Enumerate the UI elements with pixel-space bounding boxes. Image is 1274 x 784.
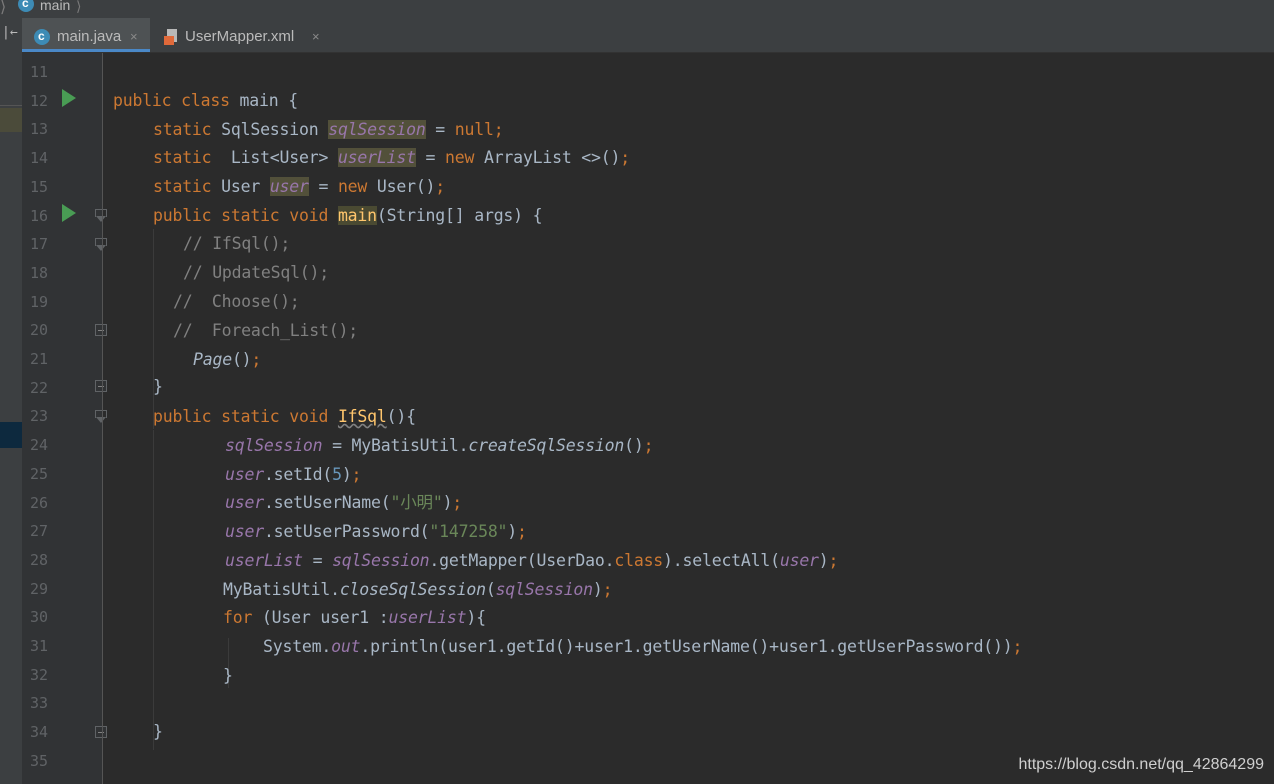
code-line-25: user.setId(5); <box>225 465 362 484</box>
close-icon[interactable]: × <box>312 18 320 56</box>
code-line-15: static User user = new User(); <box>153 177 446 196</box>
code-line-29: MyBatisUtil.closeSqlSession(sqlSession); <box>223 580 613 599</box>
line-number: 17 <box>29 235 48 254</box>
line-number: 11 <box>29 63 48 81</box>
code-line-27: user.setUserPassword("147258"); <box>225 522 527 541</box>
line-number: 19 <box>29 292 48 311</box>
panel-highlight <box>0 108 22 132</box>
watermark: https://blog.csdn.net/qq_42864299 <box>1018 756 1264 773</box>
java-class-icon <box>18 0 34 12</box>
editor-gutter: 11 12 13 14 15 16 17 18 19 20 21 22 23 24 25 26 27 28 29 30… <box>22 53 107 784</box>
panel-selection <box>0 422 22 448</box>
line-number: 34 <box>29 723 48 742</box>
line-number: 22 <box>29 378 48 397</box>
code-line-14: static List<User> userList = new ArrayLi… <box>153 148 630 167</box>
code-line-31: System.out.println(user1.getId()+user1.g… <box>263 637 1023 656</box>
code-line-34: } <box>153 722 163 741</box>
line-number: 14 <box>29 149 48 168</box>
code-line-21: Page(); <box>193 350 262 369</box>
xml-file-icon <box>164 29 180 45</box>
code-line-24: sqlSession = MyBatisUtil.createSqlSessio… <box>225 436 654 455</box>
tab-main-java[interactable]: main.java × <box>22 17 150 55</box>
code-line-19: // Choose(); <box>173 292 300 311</box>
line-number: 20 <box>29 321 48 340</box>
line-number: 33 <box>29 694 48 713</box>
line-number: 24 <box>29 436 48 455</box>
run-icon[interactable] <box>62 204 76 222</box>
code-line-12: public class main { <box>113 91 298 110</box>
line-number: 25 <box>29 464 48 483</box>
tab-label: main.java <box>57 28 122 45</box>
code-editor[interactable]: public class main { static SqlSession sq… <box>103 53 1274 784</box>
java-class-icon <box>34 17 50 55</box>
close-icon[interactable]: × <box>130 18 138 56</box>
line-number: 35 <box>29 751 48 770</box>
code-line-17: // IfSql(); <box>183 234 291 253</box>
code-line-26: user.setUserName("小明"); <box>225 493 463 512</box>
collapse-arrow-icon[interactable]: |← <box>2 25 18 40</box>
line-number: 28 <box>29 550 48 569</box>
code-line-18: // UpdateSql(); <box>183 263 330 282</box>
line-number: 32 <box>29 665 48 684</box>
line-number: 15 <box>29 177 48 196</box>
project-panel-strip: |← <box>0 18 22 784</box>
code-line-30: for (User user1 :userList){ <box>223 608 486 627</box>
line-number: 21 <box>29 350 48 368</box>
line-number: 12 <box>29 91 48 110</box>
code-line-32: } <box>223 666 233 685</box>
indent-guide <box>153 229 154 429</box>
tab-usermapper-xml[interactable]: UserMapper.xml × <box>154 18 334 52</box>
breadcrumb-separator: ⟩ <box>0 0 7 16</box>
line-number: 27 <box>29 522 48 541</box>
indent-guide <box>153 430 154 750</box>
breadcrumb-separator: ⟩ <box>76 0 82 14</box>
code-line-23: public static void IfSql(){ <box>153 407 416 426</box>
run-icon[interactable] <box>62 89 76 107</box>
line-number: 26 <box>29 493 48 512</box>
divider <box>0 105 22 106</box>
code-line-20: // Foreach_List(); <box>173 321 358 340</box>
line-number: 31 <box>29 637 48 655</box>
code-line-22: } <box>153 377 163 396</box>
navigation-bar: ⟩ main ⟩ <box>0 0 1274 18</box>
line-number: 13 <box>29 120 48 139</box>
line-number: 18 <box>29 263 48 282</box>
line-number: 16 <box>29 206 48 225</box>
breadcrumb-item-main[interactable]: main <box>40 0 70 13</box>
line-number: 30 <box>29 608 48 627</box>
line-number: 23 <box>29 407 48 426</box>
tab-label: UserMapper.xml <box>185 28 295 45</box>
line-number: 29 <box>29 579 48 598</box>
code-line-28: userList = sqlSession.getMapper(UserDao.… <box>225 551 839 570</box>
code-line-13: static SqlSession sqlSession = null; <box>153 120 504 139</box>
code-line-16: public static void main(String[] args) { <box>153 206 543 225</box>
editor-tab-bar: main.java × UserMapper.xml × <box>22 17 1274 55</box>
